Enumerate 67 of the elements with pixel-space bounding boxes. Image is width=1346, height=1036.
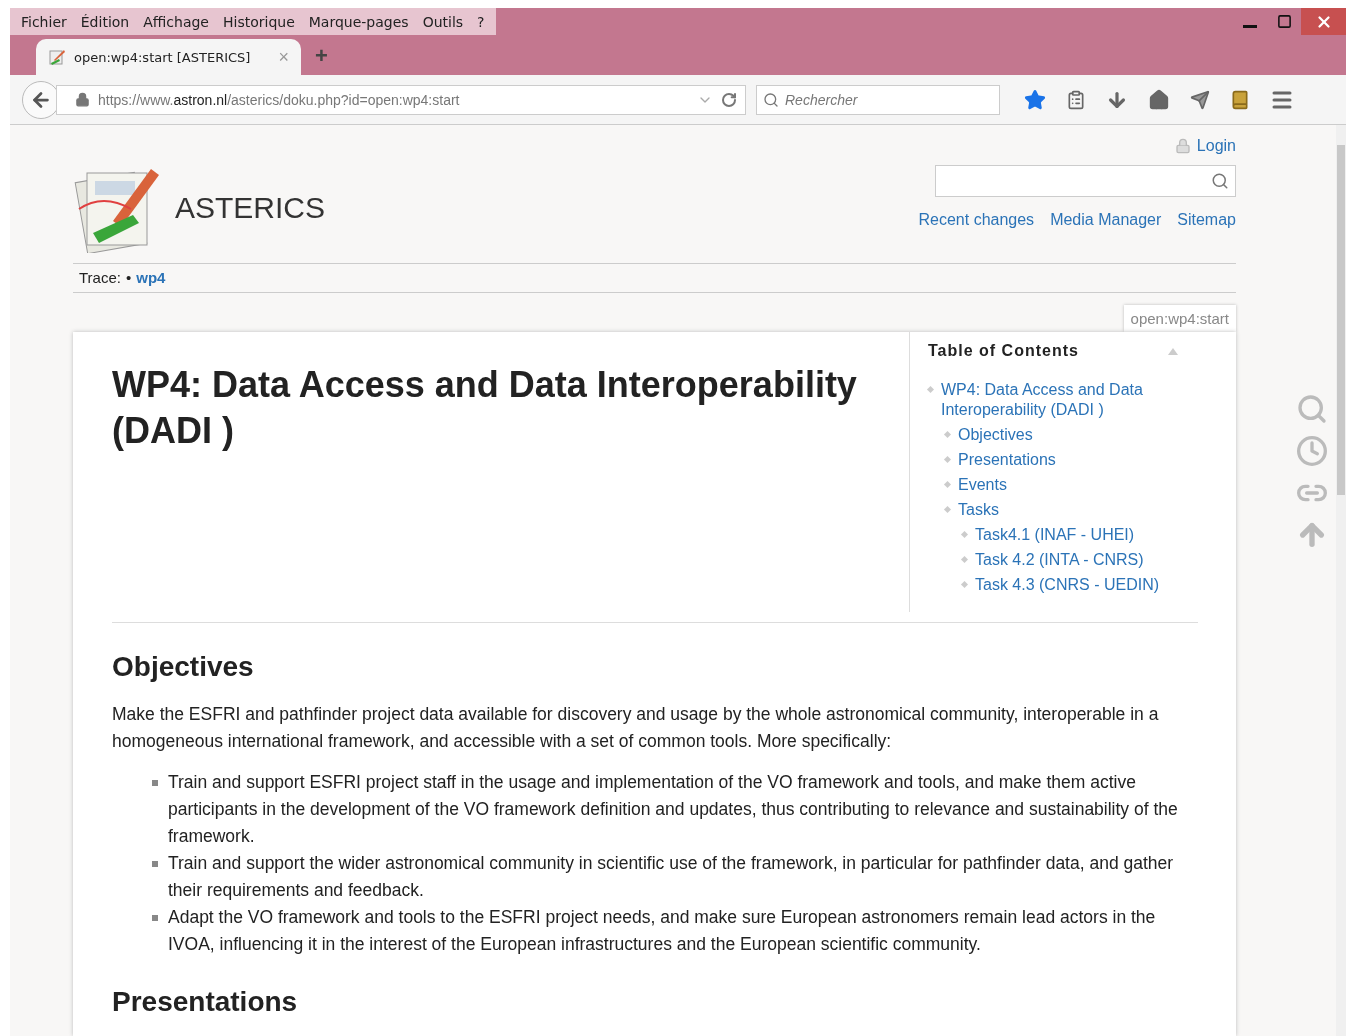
book-button[interactable] xyxy=(1230,89,1250,110)
search-input[interactable]: Rechercher xyxy=(783,90,977,109)
toc-link[interactable]: Task4.1 (INAF - UHEI) xyxy=(975,523,1135,548)
list-item-text: Train and support ESFRI project staff in the usage and implementation of the VO framework and tools, and make them active participants in the development of the VO framework definition and updates, thus contributing to relevance and sustainability of the framework. xyxy=(168,771,1179,848)
bullet-icon xyxy=(943,505,952,514)
nav-link[interactable]: Media Manager xyxy=(1050,211,1162,229)
bullet-icon xyxy=(943,430,952,439)
site-title[interactable]: ASTERICS xyxy=(175,191,326,225)
trace-link[interactable]: wp4 xyxy=(136,269,166,287)
wiki-logo-icon xyxy=(48,48,66,66)
lock-icon xyxy=(75,92,90,107)
bullet-icon xyxy=(960,580,969,589)
clipboard-button[interactable] xyxy=(1066,89,1086,110)
menu-item[interactable]: Marque-pages xyxy=(301,13,416,30)
home-button[interactable] xyxy=(1148,88,1170,111)
section-paragraph: Make the ESFRI and pathfinder project data available for discovery and usage by the whole astronomical community, interoperable in a homogeneous international framework, and accessible with a set of common tools. More specifically: xyxy=(112,703,1160,753)
maximize-icon xyxy=(1276,14,1292,29)
section-heading: Objectives xyxy=(112,651,255,683)
list-item-text: Adapt the VO framework and tools to the ESFRI project needs, and make sure European astronomers remain lead actors in the IVOA, influencing it in the interest of the European infrastructures and the European scientific community. xyxy=(168,906,1157,956)
search-icon xyxy=(1211,172,1229,190)
bullet-icon xyxy=(926,385,935,394)
menu-item[interactable]: Fichier xyxy=(14,13,74,30)
bullet-icon xyxy=(152,861,158,867)
menu-item[interactable]: ? xyxy=(470,13,492,30)
menu-item[interactable]: Historique xyxy=(216,13,302,30)
toc-title: Table of Contents xyxy=(928,342,1079,360)
toc-link[interactable]: Presentations xyxy=(958,448,1056,473)
address-bar[interactable]: https://www.astron.nl/asterics/doku.php?id=open:wp4:start xyxy=(56,84,746,115)
toc-link[interactable]: Events xyxy=(958,473,1007,498)
bullet-icon xyxy=(152,915,158,921)
search-field[interactable]: Rechercher xyxy=(756,84,1000,115)
bullet-icon xyxy=(960,555,969,564)
nav-link[interactable]: Sitemap xyxy=(1177,211,1236,229)
bullet-icon xyxy=(152,780,158,786)
menu-item[interactable]: Affichage xyxy=(136,13,216,30)
menu-item[interactable]: Outils xyxy=(415,13,471,30)
bullet-icon xyxy=(960,530,969,539)
send-button[interactable] xyxy=(1190,89,1210,110)
tab-close-button[interactable]: × xyxy=(278,46,289,68)
minimize-icon xyxy=(1243,25,1257,28)
page-title: WP4: Data Access and Data Interoperability (DADI ) xyxy=(112,363,858,453)
toc-link[interactable]: Task 4.3 (CNRS - UEDIN) xyxy=(975,573,1160,598)
toc-link[interactable]: Task 4.2 (INTA - CNRS) xyxy=(975,548,1144,573)
bullet-icon xyxy=(943,455,952,464)
toc-link[interactable]: WP4: Data Access and Data Interoperability (DADI ) xyxy=(941,378,1198,423)
bookmark-star-button[interactable] xyxy=(1024,88,1046,111)
section-heading: Presentations xyxy=(112,986,299,1018)
lock-icon xyxy=(1174,138,1191,154)
menu-item[interactable]: Édition xyxy=(73,13,137,30)
site-search-field[interactable] xyxy=(935,165,1236,197)
new-tab-button[interactable]: + xyxy=(315,43,328,75)
toc-link[interactable]: Tasks xyxy=(958,498,999,523)
list-item-text: Train and support the wider astronomical community in scientific use of the framework, in particular for pathfinder data, and gather their requirements and feedback. xyxy=(168,852,1175,902)
page-id-label: open:wp4:start xyxy=(1123,305,1236,332)
bullet-icon xyxy=(943,480,952,489)
login-link[interactable]: Login xyxy=(1174,137,1236,155)
reload-icon[interactable] xyxy=(721,91,737,108)
url-text: https://www.astron.nl/asterics/doku.php?id=open:wp4:start xyxy=(98,91,461,108)
nav-link[interactable]: Recent changes xyxy=(918,211,1035,229)
close-button[interactable] xyxy=(1301,8,1346,35)
tab-title: open:wp4:start [ASTERICS] xyxy=(74,49,252,65)
browser-tab[interactable]: open:wp4:start [ASTERICS] × xyxy=(36,39,301,75)
toc-link[interactable]: Objectives xyxy=(958,423,1033,448)
scrollbar[interactable] xyxy=(1336,125,1346,1036)
trace-separator: • xyxy=(125,269,132,287)
trace-label: Trace: xyxy=(79,269,121,287)
search-icon xyxy=(763,91,779,108)
